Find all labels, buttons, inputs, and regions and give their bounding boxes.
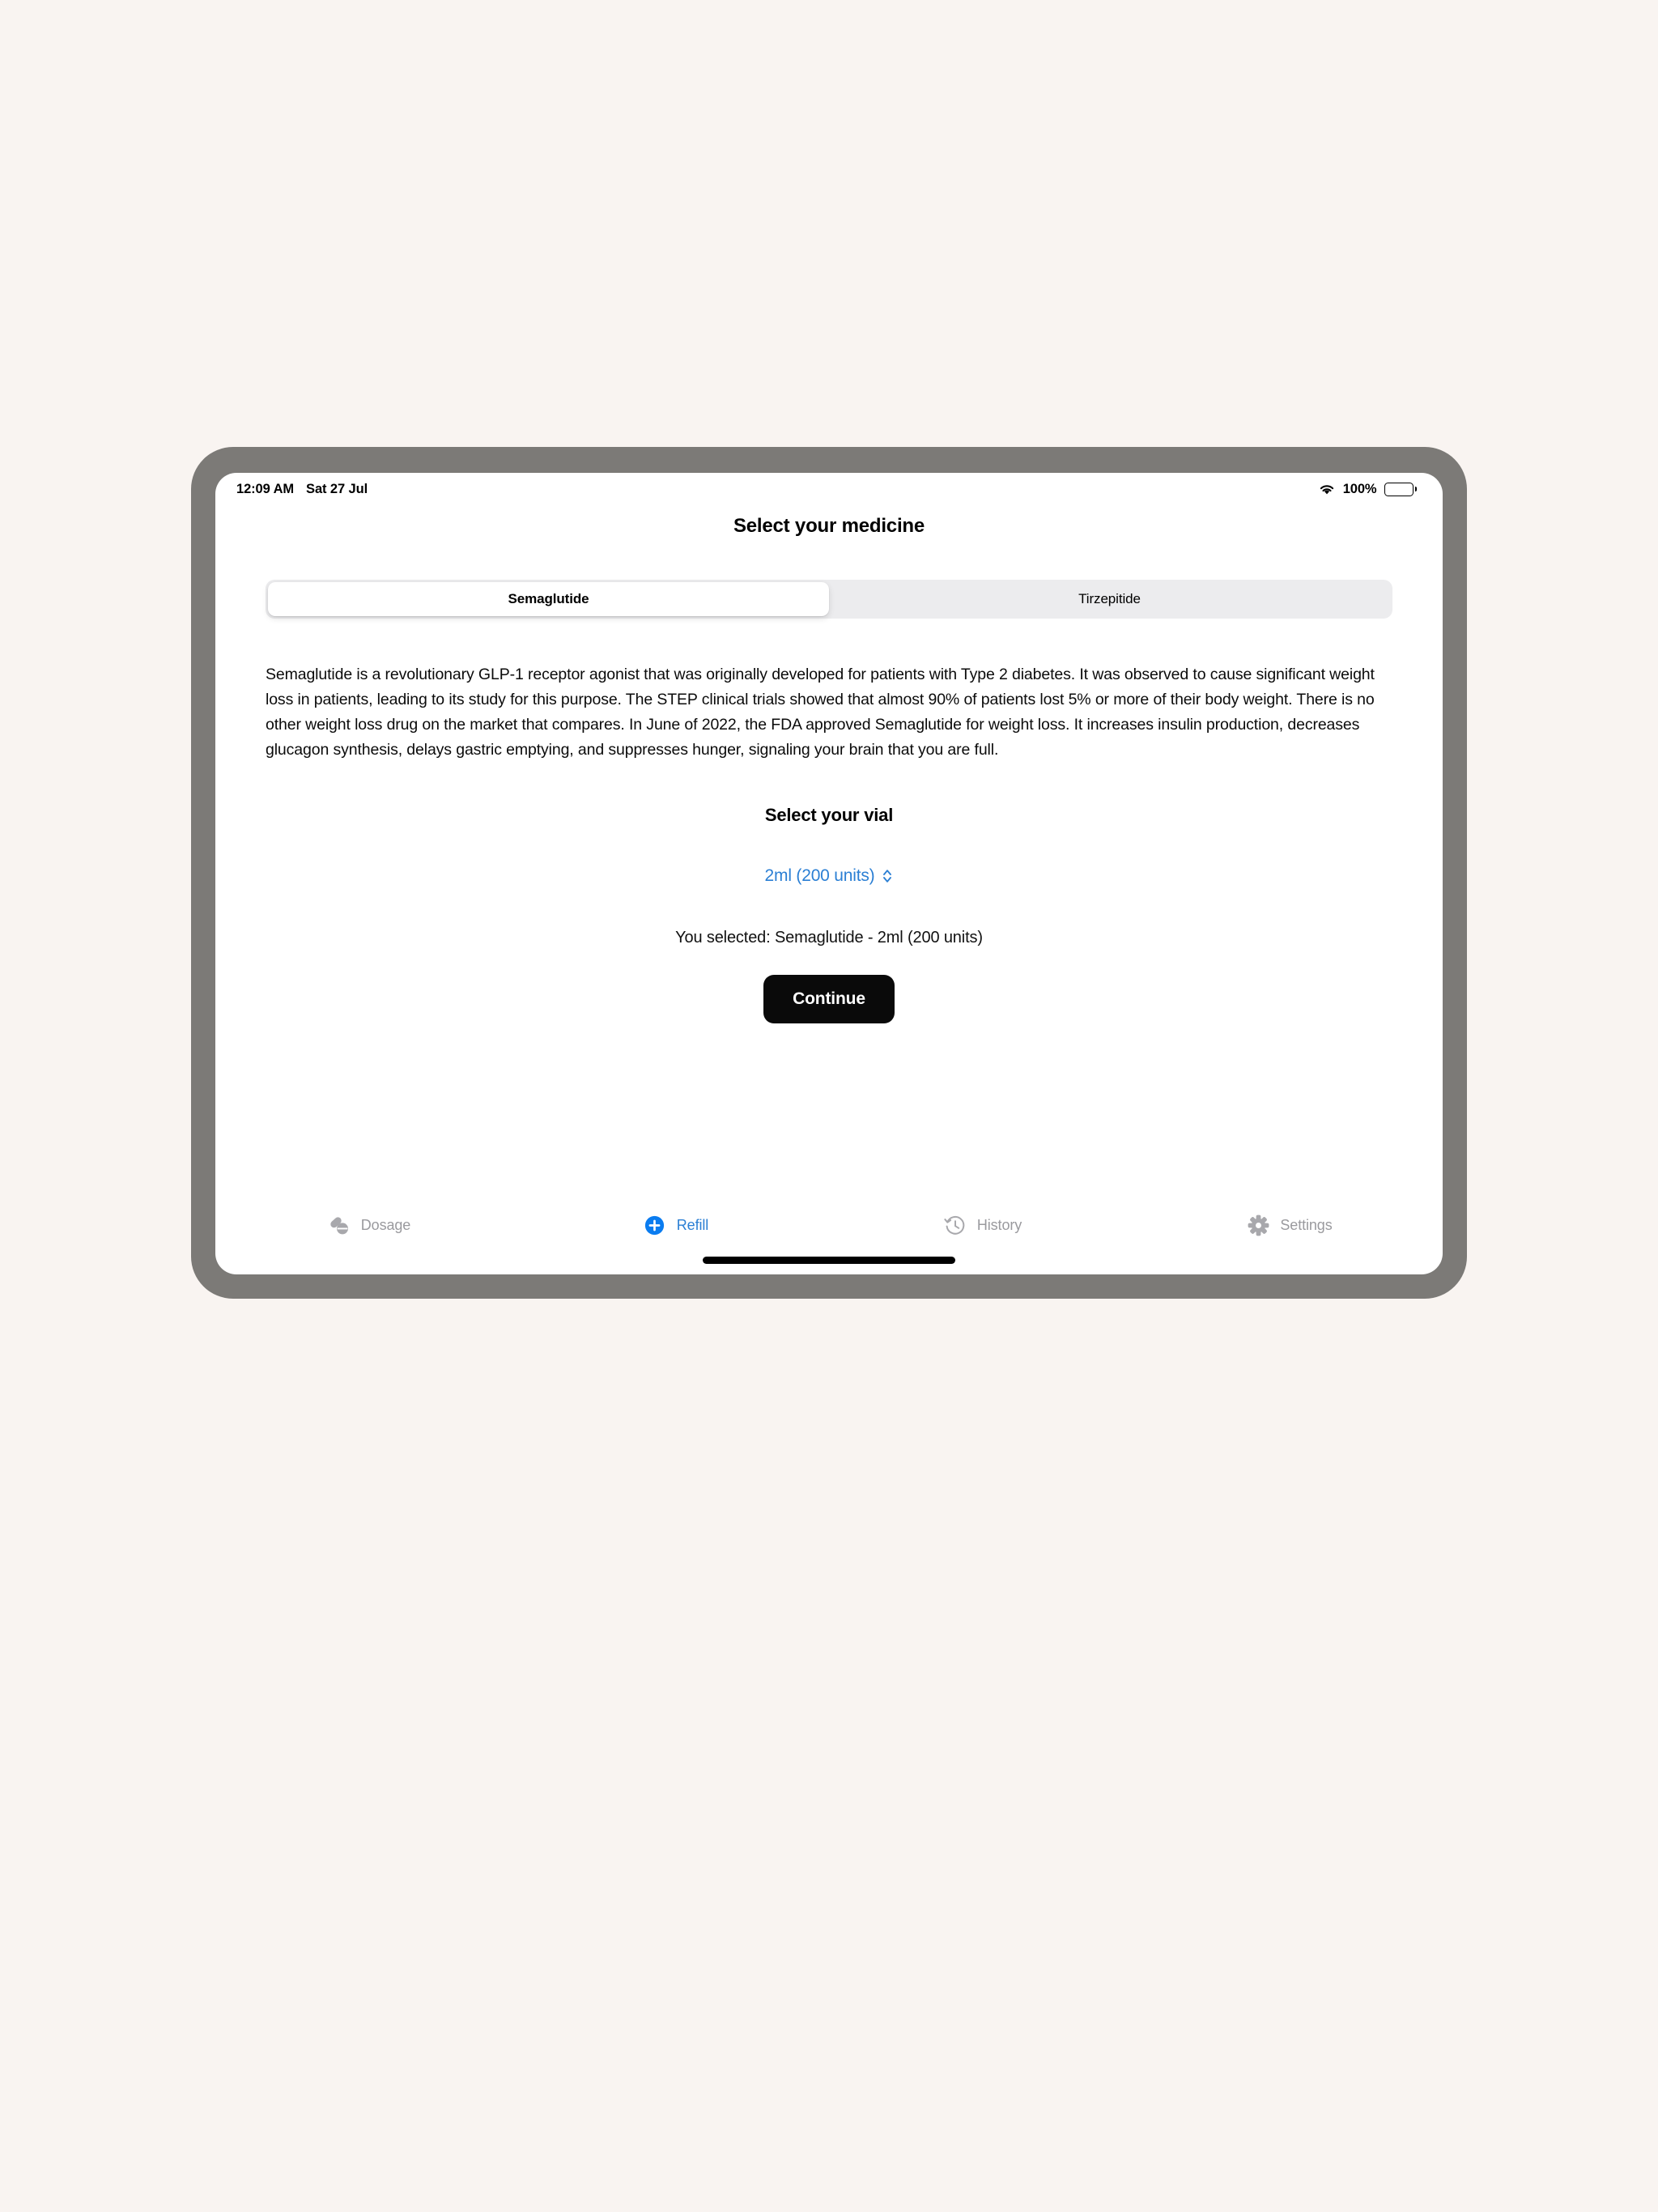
device-screen: 12:09 AM Sat 27 Jul 100% Select your med… (215, 473, 1443, 1274)
segment-tirzepitide-label: Tirzepitide (1078, 591, 1141, 606)
tab-item-settings-label: Settings (1280, 1216, 1333, 1233)
vial-picker[interactable]: 2ml (200 units) (215, 866, 1443, 886)
battery-cap (1414, 487, 1417, 491)
status-date: Sat 27 Jul (306, 481, 368, 496)
medicine-description: Semaglutide is a revolutionary GLP-1 rec… (266, 666, 1375, 759)
clock-arrow-icon (943, 1213, 967, 1237)
selection-summary: You selected: Semaglutide - 2ml (200 uni… (675, 929, 983, 946)
medicine-segmented-control[interactable]: Semaglutide Tirzepitide (266, 580, 1392, 619)
battery-body (1384, 482, 1414, 496)
tab-item-history[interactable]: History (829, 1213, 1136, 1237)
page-title: Select your medicine (733, 515, 925, 537)
status-bar: 12:09 AM Sat 27 Jul 100% (215, 473, 1443, 505)
tab-item-dosage-label: Dosage (360, 1216, 411, 1233)
tablet-device-frame: 12:09 AM Sat 27 Jul 100% Select your med… (191, 447, 1467, 1299)
tab-item-refill[interactable]: Refill (522, 1213, 829, 1237)
home-indicator (703, 1257, 955, 1264)
wifi-icon (1318, 482, 1336, 496)
vial-section-heading: Select your vial (764, 805, 894, 825)
segment-semaglutide[interactable]: Semaglutide (268, 582, 829, 616)
tab-bar: Dosage Refill History Settings (215, 1213, 1443, 1237)
plus-circle-icon (643, 1213, 667, 1237)
battery-percent-label: 100% (1342, 481, 1377, 496)
app-content: Select your medicine Semaglutide Tirzepi… (215, 505, 1443, 1274)
gear-icon (1246, 1213, 1270, 1237)
pills-icon (327, 1213, 351, 1237)
status-time: 12:09 AM (236, 481, 295, 496)
tab-item-history-label: History (976, 1216, 1022, 1233)
status-bar-left: 12:09 AM Sat 27 Jul (236, 482, 368, 497)
tab-item-dosage[interactable]: Dosage (215, 1213, 522, 1237)
vial-picker-value: 2ml (200 units) (764, 866, 875, 885)
segment-semaglutide-label: Semaglutide (508, 591, 589, 606)
tab-item-settings[interactable]: Settings (1136, 1213, 1443, 1237)
continue-button[interactable]: Continue (763, 975, 895, 1023)
tab-item-refill-label: Refill (676, 1216, 709, 1233)
chevron-up-down-icon (882, 868, 893, 884)
segment-tirzepitide[interactable]: Tirzepitide (829, 582, 1390, 616)
battery-full-icon (1384, 482, 1417, 496)
status-bar-right: 100% (1318, 482, 1417, 497)
